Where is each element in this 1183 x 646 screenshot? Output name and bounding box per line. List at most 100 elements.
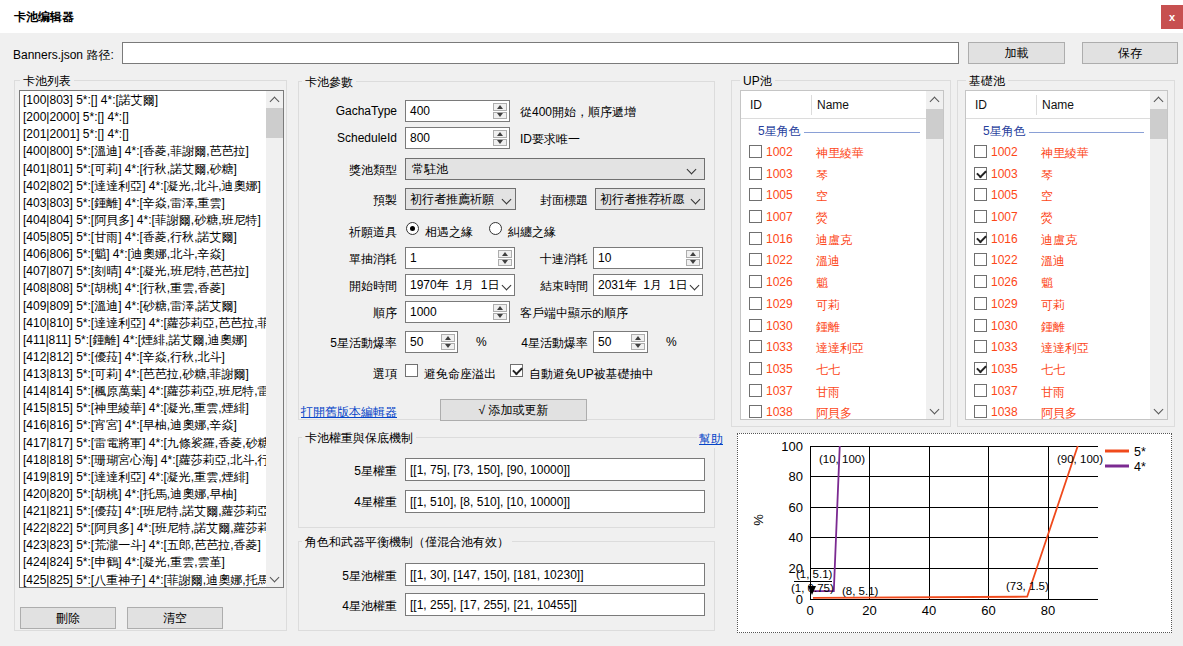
scrollbar-thumb[interactable] (926, 109, 943, 139)
pool-row-checkbox[interactable] (974, 297, 987, 310)
pool-list-item[interactable]: [411|811] 5*:[鍾離] 4*:[煙緋,諾艾爾,迪奧娜] (20, 332, 266, 349)
pool-row-checkbox[interactable] (974, 405, 987, 418)
schedule-id-input[interactable]: 800 (405, 127, 510, 149)
scroll-up-icon[interactable] (926, 91, 943, 108)
pool-row-checkbox[interactable] (749, 384, 762, 397)
load-button[interactable]: 加載 (968, 42, 1065, 64)
rate5-stepper[interactable] (441, 334, 455, 350)
pool-row-checkbox[interactable] (749, 405, 762, 418)
pool-row-checkbox[interactable] (749, 297, 762, 310)
pool-row-checkbox[interactable] (749, 362, 762, 375)
pool-row-checkbox[interactable] (974, 167, 987, 180)
pool-list-item[interactable]: [408|808] 5*:[胡桃] 4*:[行秋,重雲,香菱] (20, 280, 266, 297)
radio-acquaint-fate[interactable] (406, 222, 419, 235)
pool-row-checkbox[interactable] (974, 275, 987, 288)
gacha-type-stepper[interactable] (493, 103, 507, 119)
rate5-input[interactable]: 50 (405, 331, 458, 353)
pool-list-item[interactable]: [418|818] 5*:[珊瑚宮心海] 4*:[蘿莎莉亞,北斗,行秋] (20, 452, 266, 469)
cover-title-select[interactable]: 初行者推荐祈愿 (595, 188, 705, 210)
pool-row-checkbox[interactable] (749, 319, 762, 332)
pool-list-item[interactable]: [400|800] 5*:[溫迪] 4*:[香菱,菲謝爾,芭芭拉] (20, 143, 266, 160)
avoid-constellation-overflow-checkbox[interactable] (405, 364, 418, 377)
scroll-up-icon[interactable] (266, 91, 283, 108)
pool-list-item[interactable]: [420|820] 5*:[胡桃] 4*:[托馬,迪奧娜,早柚] (20, 486, 266, 503)
pool-list-item[interactable]: [404|804] 5*:[阿貝多] 4*:[菲謝爾,砂糖,班尼特] (20, 212, 266, 229)
pool-list-item[interactable]: [403|803] 5*:[鍾離] 4*:[辛焱,雷澤,重雲] (20, 195, 266, 212)
pool-row-checkbox[interactable] (749, 340, 762, 353)
order-stepper[interactable] (493, 304, 507, 320)
radio-intertwined-fate[interactable] (489, 222, 502, 235)
pool-row-checkbox[interactable] (749, 253, 762, 266)
pool-row-checkbox[interactable] (974, 384, 987, 397)
pool-list-item[interactable]: [401|801] 5*:[可莉] 4*:[行秋,諾艾爾,砂糖] (20, 161, 266, 178)
pool-row-checkbox[interactable] (749, 210, 762, 223)
pool-weight5-input[interactable]: [[1, 30], [147, 150], [181, 10230]] (405, 563, 705, 586)
save-button[interactable]: 保存 (1082, 42, 1178, 64)
pool-row-checkbox[interactable] (749, 188, 762, 201)
pool-list-item[interactable]: [414|814] 5*:[楓原萬葉] 4*:[蘿莎莉亞,班尼特,雷澤] (20, 383, 266, 400)
pool-list-item[interactable]: [409|809] 5*:[溫迪] 4*:[砂糖,雷澤,諾艾爾] (20, 298, 266, 315)
pool-list-item[interactable]: [424|824] 5*:[申鶴] 4*:[凝光,重雲,雲堇] (20, 554, 266, 571)
scroll-down-icon[interactable] (266, 570, 283, 587)
weight4-input[interactable]: [[1, 510], [8, 510], [10, 10000]] (405, 490, 705, 513)
pool-row-checkbox[interactable] (749, 167, 762, 180)
pool-list-item[interactable]: [417|817] 5*:[雷電將軍] 4*:[九條裟羅,香菱,砂糖] (20, 435, 266, 452)
pool-row-checkbox[interactable] (974, 232, 987, 245)
add-update-button[interactable]: √ 添加或更新 (440, 399, 587, 421)
clear-button[interactable]: 清空 (127, 607, 223, 629)
pool-list-item[interactable]: [416|816] 5*:[宵宮] 4*:[早柚,迪奧娜,辛焱] (20, 417, 266, 434)
pool-list-item[interactable]: [407|807] 5*:[刻晴] 4*:[凝光,班尼特,芭芭拉] (20, 263, 266, 280)
pool-list-item[interactable]: [200|2000] 5*:[] 4*:[] (20, 109, 266, 126)
pool-list-item[interactable]: [410|810] 5*:[達達利亞] 4*:[蘿莎莉亞,芭芭拉,菲謝爾] (20, 315, 266, 332)
delete-button[interactable]: 刪除 (20, 607, 116, 629)
pool-list-item[interactable]: [413|813] 5*:[可莉] 4*:[芭芭拉,砂糖,菲謝爾] (20, 366, 266, 383)
pool-list-item[interactable]: [421|821] 5*:[優菈] 4*:[班尼特,諾艾爾,蘿莎莉亞] (20, 503, 266, 520)
ten-cost-stepper[interactable] (686, 250, 700, 266)
pool-listbox[interactable]: [100|803] 5*:[] 4*:[諾艾爾][200|2000] 5*:[]… (19, 90, 284, 588)
order-input[interactable]: 1000 (405, 301, 510, 323)
pool-list-item[interactable]: [419|819] 5*:[達達利亞] 4*:[凝光,重雲,煙緋] (20, 469, 266, 486)
scroll-up-icon[interactable] (1150, 91, 1167, 108)
close-button[interactable]: x (1161, 5, 1183, 29)
pool-row-checkbox[interactable] (974, 145, 987, 158)
scroll-down-icon[interactable] (926, 402, 943, 419)
pool-row-checkbox[interactable] (974, 253, 987, 266)
pool-list-item[interactable]: [415|815] 5*:[神里綾華] 4*:[凝光,重雲,煙緋] (20, 400, 266, 417)
pool-list-item[interactable]: [422|822] 5*:[阿貝多] 4*:[班尼特,諾艾爾,蘿莎莉亞] (20, 520, 266, 537)
pool-list-item[interactable]: [201|2001] 5*:[] 4*:[] (20, 126, 266, 143)
pool-row-checkbox[interactable] (974, 319, 987, 332)
end-time-picker[interactable]: 2031年 1月 1日 (593, 274, 703, 296)
pool-type-select[interactable]: 常駐池 (405, 158, 705, 180)
pool-list-item[interactable]: [425|825] 5*:[八重神子] 4*:[菲謝爾,迪奧娜,托馬] (20, 572, 266, 588)
scrollbar-thumb[interactable] (1150, 109, 1167, 139)
pool-row-checkbox[interactable] (974, 362, 987, 375)
pool-list-item[interactable]: [406|806] 5*:[魈] 4*:[迪奧娜,北斗,辛焱] (20, 246, 266, 263)
scrollbar-thumb[interactable] (266, 108, 283, 138)
schedule-id-stepper[interactable] (493, 130, 507, 146)
pool-list-item[interactable]: [100|803] 5*:[] 4*:[諾艾爾] (20, 92, 266, 109)
ten-cost-input[interactable]: 10 (593, 247, 703, 269)
auto-avoid-up-checkbox[interactable] (510, 364, 523, 377)
help-link[interactable]: 幫助 (697, 431, 725, 448)
weight5-input[interactable]: [[1, 75], [73, 150], [90, 10000]] (405, 458, 705, 481)
gacha-type-input[interactable]: 400 (405, 100, 510, 122)
scroll-down-icon[interactable] (1150, 402, 1167, 419)
pool-row-checkbox[interactable] (974, 188, 987, 201)
pool-list-item[interactable]: [423|823] 5*:[荒瀧一斗] 4*:[五郎,芭芭拉,香菱] (20, 537, 266, 554)
rate4-input[interactable]: 50 (593, 331, 648, 353)
path-input[interactable] (122, 42, 959, 64)
pool-list-item[interactable]: [405|805] 5*:[甘雨] 4*:[香菱,行秋,諾艾爾] (20, 229, 266, 246)
pool-row-checkbox[interactable] (749, 145, 762, 158)
pool-list-scrollbar[interactable] (266, 91, 283, 587)
pool-list-item[interactable]: [412|812] 5*:[優菈] 4*:[辛焱,行秋,北斗] (20, 349, 266, 366)
open-old-editor-link[interactable]: 打開舊版本編輯器 (301, 404, 397, 421)
up-pool-scrollbar[interactable] (926, 91, 943, 419)
pool-row-checkbox[interactable] (974, 210, 987, 223)
base-pool-scrollbar[interactable] (1150, 91, 1167, 419)
pool-row-checkbox[interactable] (974, 340, 987, 353)
pool-weight4-input[interactable]: [[1, 255], [17, 255], [21, 10455]] (405, 593, 705, 616)
pool-row-checkbox[interactable] (749, 275, 762, 288)
pool-row-checkbox[interactable] (749, 232, 762, 245)
pool-list-item[interactable]: [402|802] 5*:[達達利亞] 4*:[凝光,北斗,迪奧娜] (20, 178, 266, 195)
rate4-stepper[interactable] (631, 334, 645, 350)
